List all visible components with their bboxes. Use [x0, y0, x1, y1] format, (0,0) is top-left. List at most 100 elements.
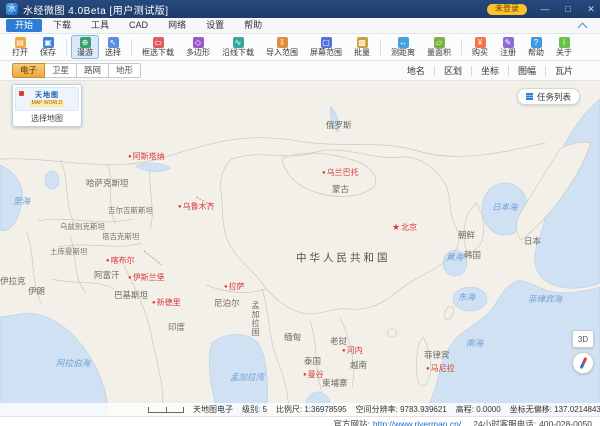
panel-tab-坐标[interactable]: 坐标: [472, 64, 508, 77]
toolbar-button-label: 多边形: [186, 49, 210, 57]
status-field: 坐标无偏移: 137.02148438 39.6386718: [510, 404, 600, 415]
status-field: 级别: 5: [242, 404, 267, 415]
footer-statusbar: 官方网站: http://www.rivermap.cn/ 24小时客服电话: …: [0, 416, 600, 426]
toolbar-button-label: 批量: [354, 49, 370, 57]
toolbar-button-label: 沿线下载: [222, 49, 254, 57]
about-icon: i: [559, 37, 570, 48]
toolbar-button-关于[interactable]: i关于: [550, 35, 578, 59]
menu-item-下载[interactable]: 下载: [44, 19, 80, 32]
maptype-地形[interactable]: 地形: [108, 63, 141, 78]
maptype-电子[interactable]: 电子: [12, 63, 45, 78]
toolbar-button-label: 屏幕范围: [310, 49, 342, 57]
measure-distance-icon: ↔: [398, 37, 409, 48]
toolbar-button-框选下载[interactable]: ▭框选下载: [136, 35, 180, 59]
toolbar-button-保存[interactable]: ▣保存: [34, 35, 62, 59]
toolbar-button-label: 帮助: [528, 49, 544, 57]
menu-item-网络[interactable]: 网络: [159, 19, 195, 32]
subbar: 电子卫星路网地形 地名区划坐标图幅瓦片: [0, 61, 600, 81]
pan-icon: ⊕: [80, 37, 91, 48]
toolbar-button-帮助[interactable]: ?帮助: [522, 35, 550, 59]
menu-item-工具[interactable]: 工具: [82, 19, 118, 32]
toolbar: ▤打开▣保存⊕漫游↖选择▭框选下载◇多边形∿沿线下载⇩导入范围▢屏幕范围▩批量↔…: [0, 34, 600, 61]
maptype-卫星[interactable]: 卫星: [44, 63, 77, 78]
panel-tab-地名[interactable]: 地名: [398, 64, 434, 77]
panel-tab-区划[interactable]: 区划: [435, 64, 471, 77]
buy-icon: ¥: [475, 37, 486, 48]
batch-icon: ▩: [357, 37, 368, 48]
toolbar-button-label: 关于: [556, 49, 572, 57]
register-icon: ✎: [503, 37, 514, 48]
toolbar-button-购买[interactable]: ¥购买: [466, 35, 494, 59]
toolbar-button-测距离[interactable]: ↔测距离: [385, 35, 421, 59]
toolbar-separator: [461, 39, 462, 55]
menubar: 开始下载工具CAD网络设置帮助: [0, 18, 600, 34]
map-viewport[interactable]: 俄罗斯哈萨克斯坦蒙古吉尔吉斯斯坦乌兹别克斯坦塔吉克斯坦土库曼斯坦阿富汗伊朗伊拉克…: [0, 81, 600, 416]
phone-label: 24小时客服电话:: [473, 418, 536, 426]
toolbar-separator: [66, 39, 67, 55]
task-list-icon: [526, 93, 533, 95]
collapse-ribbon-icon[interactable]: [578, 22, 588, 32]
save-icon: ▣: [43, 37, 54, 48]
menu-items: 开始下载工具CAD网络设置帮助: [6, 19, 273, 32]
toolbar-button-label: 选择: [105, 49, 121, 57]
status-field: 天地图电子: [193, 404, 233, 415]
status-field: 比例尺: 1:36978595: [276, 404, 347, 415]
toolbar-button-屏幕范围[interactable]: ▢屏幕范围: [304, 35, 348, 59]
panel-tab-图幅[interactable]: 图幅: [509, 64, 545, 77]
map-source-card[interactable]: 天地图 MAP WORLD 选择地图: [12, 84, 82, 127]
toolbar-button-label: 购买: [472, 49, 488, 57]
status-fields: 天地图电子级别: 5 比例尺: 1:36978595 空间分辨率: 9783.939…: [193, 404, 600, 415]
panel-tab-瓦片[interactable]: 瓦片: [546, 64, 582, 77]
task-list-label: 任务列表: [537, 91, 571, 103]
thumbnail-title: 天地图: [35, 92, 59, 99]
map-controls: 3D: [572, 330, 594, 374]
measure-area-icon: ▱: [434, 37, 445, 48]
toolbar-button-多边形[interactable]: ◇多边形: [180, 35, 216, 59]
app-logo-icon: [6, 3, 18, 15]
toolbar-button-label: 框选下载: [142, 49, 174, 57]
menu-item-开始[interactable]: 开始: [6, 19, 42, 32]
map-canvas: [0, 81, 600, 416]
toolbar-separator: [131, 39, 132, 55]
maximize-button[interactable]: [559, 0, 577, 18]
polygon-icon: ◇: [193, 37, 204, 48]
toolbar-button-label: 打开: [12, 49, 28, 57]
toolbar-button-批量[interactable]: ▩批量: [348, 35, 376, 59]
titlebar: 水经微图 4.0Beta [用户测试版] 未登录: [0, 0, 600, 18]
toolbar-button-注册[interactable]: ✎注册: [494, 35, 522, 59]
toolbar-button-label: 导入范围: [266, 49, 298, 57]
task-list-button[interactable]: 任务列表: [517, 88, 580, 105]
polyline-download-icon: ∿: [233, 37, 244, 48]
toolbar-button-打开[interactable]: ▤打开: [6, 35, 34, 59]
open-icon: ▤: [15, 37, 26, 48]
login-button[interactable]: 未登录: [487, 4, 527, 15]
maptype-switcher: 电子卫星路网地形: [12, 63, 141, 78]
tianditu-logo-icon: [19, 91, 24, 96]
window-title: 水经微图 4.0Beta [用户测试版]: [23, 2, 169, 17]
toolbar-button-label: 量面积: [427, 49, 451, 57]
menu-item-CAD[interactable]: CAD: [120, 19, 157, 32]
toolbar-button-选择[interactable]: ↖选择: [99, 35, 127, 59]
toolbar-buttons: ▤打开▣保存⊕漫游↖选择▭框选下载◇多边形∿沿线下载⇩导入范围▢屏幕范围▩批量↔…: [6, 35, 594, 59]
toolbar-button-沿线下载[interactable]: ∿沿线下载: [216, 35, 260, 59]
select-icon: ↖: [108, 37, 119, 48]
compass-control[interactable]: [572, 352, 594, 374]
menu-item-帮助[interactable]: 帮助: [235, 19, 271, 32]
menu-item-设置[interactable]: 设置: [197, 19, 233, 32]
toolbar-button-label: 注册: [500, 49, 516, 57]
view-3d-button[interactable]: 3D: [572, 330, 594, 348]
toolbar-button-label: 漫游: [77, 49, 93, 57]
toolbar-button-漫游[interactable]: ⊕漫游: [71, 35, 99, 59]
maptype-路网[interactable]: 路网: [76, 63, 109, 78]
site-link[interactable]: http://www.rivermap.cn/: [373, 419, 461, 426]
site-label: 官方网站:: [334, 418, 370, 426]
toolbar-button-label: 测距离: [391, 49, 415, 57]
close-button[interactable]: [582, 0, 600, 18]
status-field: 空间分辨率: 9783.939621: [356, 404, 447, 415]
minimize-button[interactable]: [536, 0, 554, 18]
status-field: 高程: 0.0000: [456, 404, 501, 415]
toolbar-button-量面积[interactable]: ▱量面积: [421, 35, 457, 59]
toolbar-button-导入范围[interactable]: ⇩导入范围: [260, 35, 304, 59]
app-window: 水经微图 4.0Beta [用户测试版] 未登录 开始下载工具CAD网络设置帮助…: [0, 0, 600, 426]
map-source-thumbnail: 天地图 MAP WORLD: [15, 87, 79, 111]
